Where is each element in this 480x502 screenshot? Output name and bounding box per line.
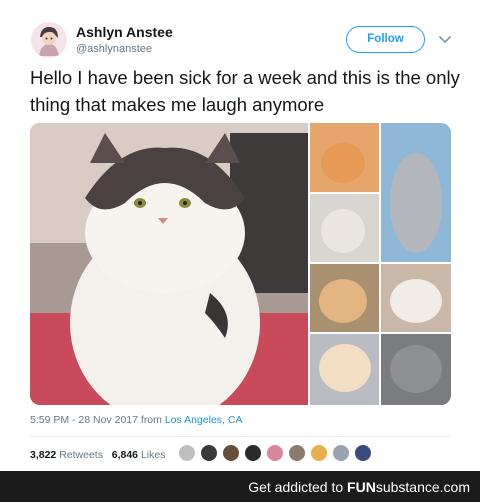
avatar[interactable] (244, 444, 262, 462)
avatar[interactable] (222, 444, 240, 462)
chevron-down-icon[interactable] (438, 33, 452, 45)
divider (30, 436, 450, 437)
site-footer: Get addicted to FUNsubstance.com (0, 471, 480, 502)
tweet-image[interactable] (30, 123, 451, 405)
footer-suffix: .com (439, 479, 470, 495)
avatar[interactable] (178, 444, 196, 462)
display-name[interactable]: Ashlyn Anstee (76, 24, 173, 40)
avatar[interactable] (266, 444, 284, 462)
avatar[interactable] (332, 444, 350, 462)
tweet-text: Hello I have been sick for a week and th… (30, 67, 460, 115)
retweets-label[interactable]: Retweets (59, 449, 103, 461)
likes-count[interactable]: 6,846 (112, 449, 138, 461)
engagement-stats: 3,822 Retweets 6,846 Likes (30, 449, 165, 461)
follow-button[interactable]: Follow (346, 26, 425, 53)
brand-sub: substance (375, 479, 440, 495)
location-link[interactable]: Los Angeles, CA (165, 414, 243, 426)
avatar[interactable] (31, 22, 67, 58)
avatar[interactable] (354, 444, 372, 462)
tweet-timestamp: 5:59 PM - 28 Nov 2017 from Los Angeles, … (30, 414, 242, 426)
footer-prefix: Get addicted to (248, 479, 348, 495)
avatar[interactable] (310, 444, 328, 462)
avatar[interactable] (200, 444, 218, 462)
avatar[interactable] (288, 444, 306, 462)
footer-tagline[interactable]: Get addicted to FUNsubstance.com (248, 479, 470, 495)
cat-photo-collage (30, 123, 451, 405)
brand-fun: FUN (347, 479, 376, 495)
retweets-count[interactable]: 3,822 (30, 449, 56, 461)
user-handle[interactable]: @ashlynanstee (76, 43, 152, 55)
tweet-card: Ashlyn Anstee @ashlynanstee Follow Hello… (0, 0, 480, 471)
likes-label[interactable]: Likes (141, 449, 166, 461)
timestamp-text[interactable]: 5:59 PM - 28 Nov 2017 from (30, 414, 165, 426)
